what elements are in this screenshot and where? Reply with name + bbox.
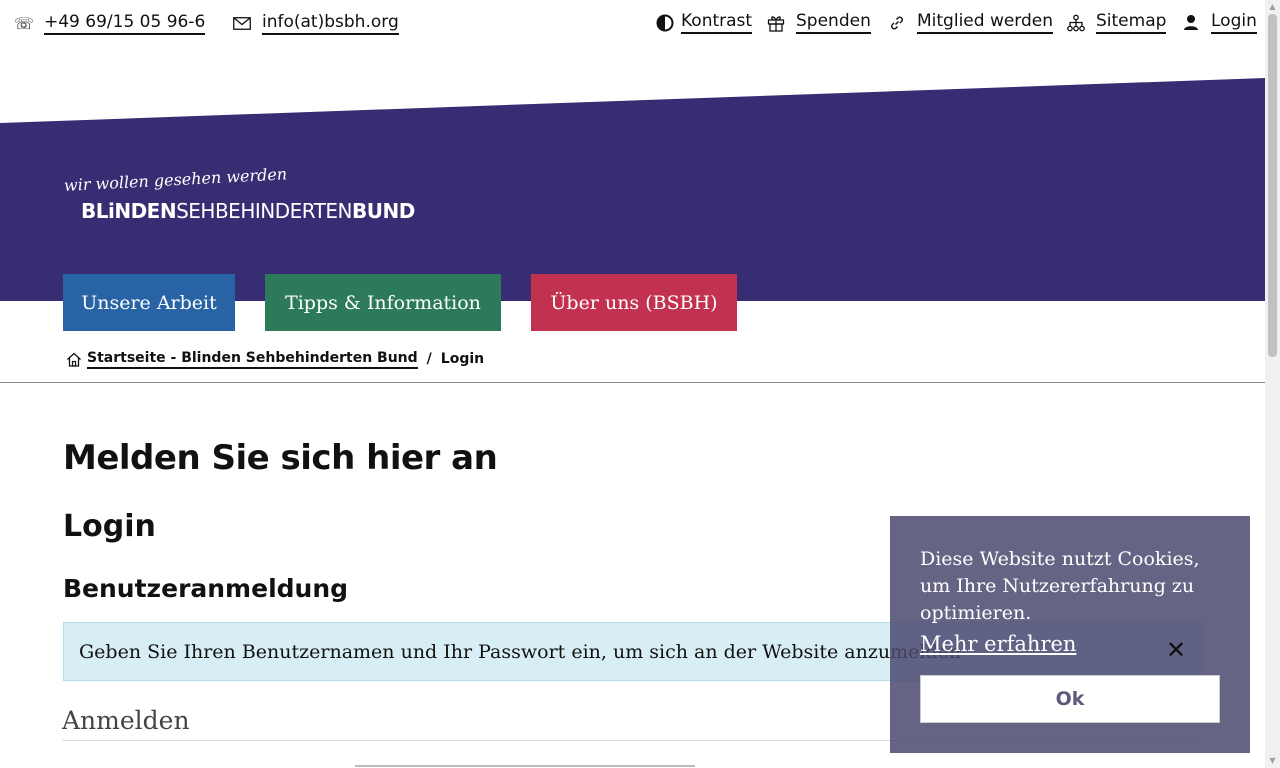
cookie-message: Diese Website nutzt Cookies, um Ihre Nut… xyxy=(920,548,1200,624)
cookie-banner: Diese Website nutzt Cookies, um Ihre Nut… xyxy=(890,516,1250,753)
cookie-more-link[interactable]: Mehr erfahren xyxy=(920,632,1076,656)
kontrast-link[interactable]: Kontrast xyxy=(655,11,753,34)
page-title: Melden Sie sich hier an xyxy=(63,438,498,478)
contrast-icon xyxy=(655,14,675,32)
spenden-link[interactable]: Spenden xyxy=(766,11,871,34)
link-icon xyxy=(887,14,907,32)
breadcrumb-separator: / xyxy=(426,351,432,367)
header-banner xyxy=(0,78,1265,301)
phone-icon: ☏ xyxy=(14,14,35,33)
email-address: info(at)bsbh.org xyxy=(262,12,399,35)
close-icon[interactable]: ✕ xyxy=(1164,638,1188,662)
email-link[interactable]: info(at)bsbh.org xyxy=(232,12,399,35)
phone-link[interactable]: ☏ +49 69/15 05 96-6 xyxy=(14,12,206,35)
breadcrumb-current: Login xyxy=(440,351,485,367)
section-title: Login xyxy=(63,509,156,544)
subsection-title: Benutzeranmeldung xyxy=(63,574,349,603)
login-form-legend: Anmelden xyxy=(62,706,190,735)
breadcrumb-divider xyxy=(0,382,1265,383)
nav-ueber-uns[interactable]: Über uns (BSBH) xyxy=(531,274,737,331)
banner-shape xyxy=(0,78,1265,301)
logo-word-sehbehinderten: SEHBEHINDERTEN xyxy=(176,199,353,223)
logo-word-blinden: BLiNDEN xyxy=(81,199,177,223)
login-link[interactable]: Login xyxy=(1181,11,1257,34)
site-logo[interactable]: BLiNDENSEHBEHINDERTENBUND xyxy=(81,199,415,223)
sitemap-link[interactable]: Sitemap xyxy=(1066,11,1167,34)
home-icon xyxy=(66,352,82,367)
envelope-icon xyxy=(232,17,252,30)
top-utility-bar: ☏ +49 69/15 05 96-6 info(at)bsbh.org Kon… xyxy=(0,0,1265,50)
user-icon xyxy=(1181,14,1201,32)
scroll-down-icon[interactable]: ▼ xyxy=(1268,757,1277,765)
kontrast-label: Kontrast xyxy=(681,11,753,34)
login-label: Login xyxy=(1211,11,1257,34)
nav-unsere-arbeit[interactable]: Unsere Arbeit xyxy=(63,274,235,331)
page-scrollbar[interactable]: ▲ ▼ xyxy=(1265,0,1280,768)
phone-number: +49 69/15 05 96-6 xyxy=(44,12,206,35)
spenden-label: Spenden xyxy=(796,11,871,34)
sitemap-label: Sitemap xyxy=(1096,11,1167,34)
nav-tipps-information[interactable]: Tipps & Information xyxy=(265,274,501,331)
mitglied-werden-label: Mitglied werden xyxy=(917,11,1054,34)
logo-word-bund: BUND xyxy=(352,199,415,223)
breadcrumb-home-link[interactable]: Startseite - Blinden Sehbehinderten Bund xyxy=(87,349,418,369)
scrollbar-thumb[interactable] xyxy=(1268,14,1277,357)
scroll-up-icon[interactable]: ▲ xyxy=(1268,3,1277,11)
mitglied-werden-link[interactable]: Mitglied werden xyxy=(887,11,1054,34)
login-info-text: Geben Sie Ihren Benutzernamen und Ihr Pa… xyxy=(79,640,962,663)
sitemap-icon xyxy=(1066,14,1086,32)
breadcrumb: Startseite - Blinden Sehbehinderten Bund… xyxy=(66,347,484,371)
gift-icon xyxy=(766,14,786,32)
cookie-ok-button[interactable]: Ok xyxy=(920,675,1220,723)
